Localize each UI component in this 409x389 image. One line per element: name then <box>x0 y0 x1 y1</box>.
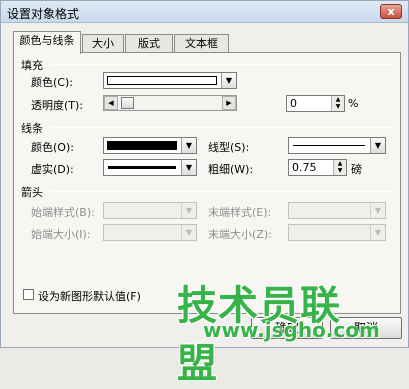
tab-layout[interactable]: 版式 <box>125 34 173 53</box>
cancel-button[interactable]: 取消 <box>330 317 402 339</box>
line-style-label: 线型(S): <box>208 141 250 154</box>
line-style-sample <box>293 145 365 146</box>
fill-section-title: 填充 <box>21 59 43 72</box>
chevron-down-icon: ▼ <box>370 138 385 153</box>
begin-style-label: 始端样式(B): <box>31 206 95 219</box>
line-color-swatch <box>107 141 177 150</box>
fill-color-label: 颜色(C): <box>31 76 73 89</box>
begin-size-dropdown[interactable]: ▼ <box>103 224 197 241</box>
fill-divider <box>50 64 394 65</box>
line-section-title: 线条 <box>21 122 43 135</box>
close-icon: x <box>387 5 395 18</box>
arrows-divider <box>50 191 394 192</box>
default-checkbox[interactable] <box>23 289 34 300</box>
slider-thumb[interactable] <box>121 97 134 109</box>
ok-button[interactable]: 确定 <box>251 317 323 339</box>
begin-size-label: 始端大小(I): <box>31 228 91 241</box>
transparency-slider[interactable]: ◀ ▶ <box>103 95 237 111</box>
chevron-down-icon: ▼ <box>221 73 236 88</box>
chevron-right-icon[interactable]: ▶ <box>222 96 236 110</box>
spin-arrows-icon[interactable]: ▲ ▼ <box>331 96 344 111</box>
chevron-down-icon: ▼ <box>181 225 196 240</box>
line-divider <box>50 127 394 128</box>
dialog-title: 设置对象格式 <box>7 7 80 21</box>
transparency-value: 0 <box>290 97 297 110</box>
transparency-spinner[interactable]: 0 ▲ ▼ <box>286 95 345 112</box>
weight-spinner[interactable]: 0.75 ▲ ▼ <box>288 159 347 176</box>
end-size-dropdown[interactable]: ▼ <box>288 224 386 241</box>
fill-color-dropdown[interactable]: ▼ <box>103 72 237 89</box>
begin-style-dropdown[interactable]: ▼ <box>103 202 197 219</box>
end-size-label: 末端大小(Z): <box>208 228 272 241</box>
end-style-dropdown[interactable]: ▼ <box>288 202 386 219</box>
weight-label: 粗细(W): <box>208 163 254 176</box>
spin-arrows-icon[interactable]: ▲ ▼ <box>333 160 346 175</box>
weight-unit: 磅 <box>351 163 362 176</box>
chevron-down-icon: ▼ <box>181 160 196 175</box>
tab-colors-lines[interactable]: 颜色与线条 <box>13 31 81 54</box>
title-bar: 设置对象格式 x <box>1 1 408 23</box>
chevron-down-icon: ▼ <box>370 203 385 218</box>
dash-label: 虚实(D): <box>31 163 74 176</box>
line-color-label: 颜色(O): <box>31 141 74 154</box>
close-button[interactable]: x <box>380 4 402 19</box>
fill-color-swatch <box>107 76 217 85</box>
chevron-left-icon[interactable]: ◀ <box>104 96 118 110</box>
transparency-unit: % <box>348 97 359 110</box>
tab-size[interactable]: 大小 <box>82 34 124 53</box>
weight-value: 0.75 <box>292 161 317 174</box>
dash-dropdown[interactable]: ▼ <box>103 159 197 176</box>
chevron-down-icon: ▼ <box>370 225 385 240</box>
line-style-dropdown[interactable]: ▼ <box>288 137 386 154</box>
default-checkbox-label[interactable]: 设为新图形默认值(F) <box>38 288 141 304</box>
end-style-label: 末端样式(E): <box>208 206 272 219</box>
tab-text-box[interactable]: 文本框 <box>174 34 229 53</box>
arrows-section-title: 箭头 <box>21 186 43 199</box>
transparency-label: 透明度(T): <box>31 99 84 112</box>
dash-sample <box>108 166 176 169</box>
line-color-dropdown[interactable]: ▼ <box>103 137 197 154</box>
tab-panel: 填充 颜色(C): ▼ 透明度(T): ◀ ▶ 0 ▲ ▼ % 线条 颜色(O):… <box>13 52 401 314</box>
format-object-dialog: 设置对象格式 x 颜色与线条 大小 版式 文本框 填充 颜色(C): ▼ 透明度… <box>0 0 409 387</box>
chevron-down-icon: ▼ <box>181 138 196 153</box>
chevron-down-icon: ▼ <box>181 203 196 218</box>
